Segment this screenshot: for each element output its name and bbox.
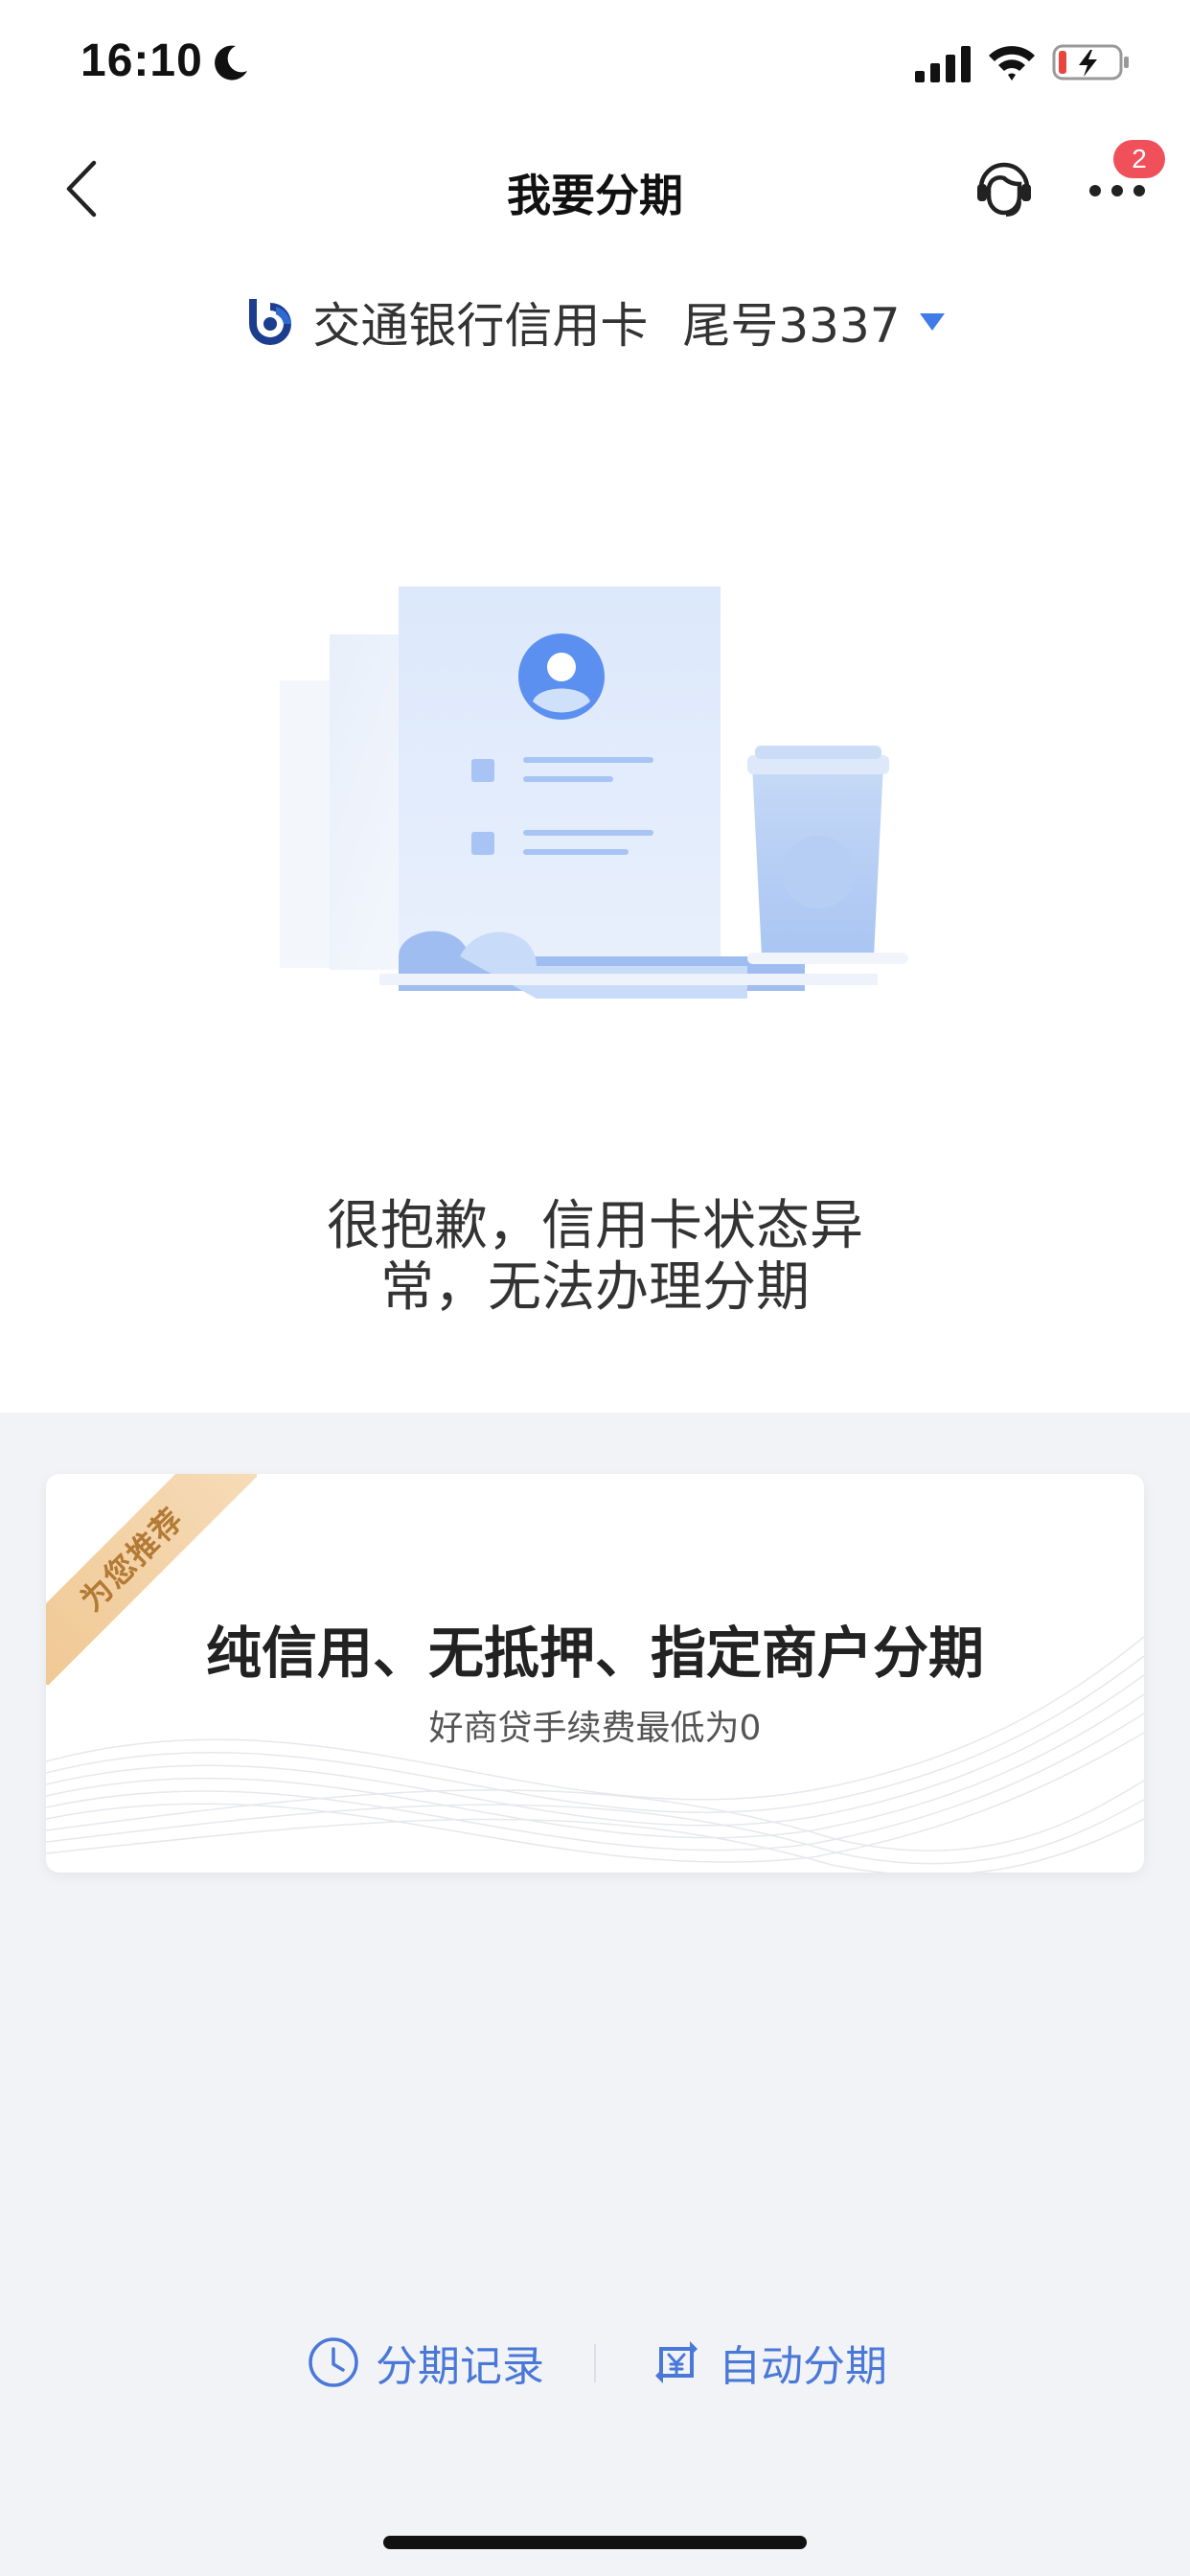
installment-records-link[interactable]: 分期记录 <box>307 2329 544 2396</box>
promo-title: 纯信用、无抵押、指定商户分期 <box>205 1621 984 1686</box>
cellular-signal-icon <box>915 46 971 82</box>
moon-icon <box>215 45 247 80</box>
customer-service-icon[interactable] <box>970 153 1039 222</box>
status-bar: 16:10 <box>0 0 1190 126</box>
clock-icon <box>309 2337 358 2387</box>
promo-subtitle: 好商贷手续费最低为0 <box>428 1709 762 1748</box>
installment-records-label: 分期记录 <box>376 2342 544 2391</box>
more-dots-icon <box>1089 185 1145 196</box>
auto-installment-label: 自动分期 <box>719 2342 887 2391</box>
status-time: 16:10 <box>80 35 203 86</box>
links-divider <box>594 2344 596 2382</box>
card-selector[interactable]: 交通银行信用卡 尾号3337 <box>0 284 1190 360</box>
bottom-links: 分期记录 自动分期 <box>0 2329 1190 2396</box>
document-illustration <box>280 586 908 999</box>
promo-card[interactable]: 为您推荐 纯信用、无抵押、指定商户分期 好商贷手续费最低为0 <box>46 1474 1144 1873</box>
top-section: 16:10 我要分期 2 交通银行信用卡 尾号3337 很抱歉，信用卡状态异 常… <box>0 0 1190 1413</box>
page: 16:10 我要分期 2 交通银行信用卡 尾号3337 很抱歉，信用卡状态异 常… <box>0 0 1190 2576</box>
card-tail-number: 尾号3337 <box>682 298 901 354</box>
triangle-down-icon <box>919 313 945 331</box>
card-name: 交通银行信用卡 <box>312 298 649 354</box>
battery-icon <box>1052 44 1129 80</box>
wifi-icon <box>989 46 1035 80</box>
error-message: 很抱歉，信用卡状态异 常，无法办理分期 <box>297 1196 893 1319</box>
error-message-line1: 很抱歉，信用卡状态异 <box>327 1195 863 1257</box>
home-indicator[interactable] <box>383 2536 807 2549</box>
error-message-line2: 常，无法办理分期 <box>380 1256 810 1319</box>
bank-logo-icon <box>249 299 292 345</box>
yuan-cycle-icon <box>655 2341 698 2383</box>
auto-installment-link[interactable]: 自动分期 <box>650 2329 887 2396</box>
navigation-bar: 我要分期 <box>0 126 1190 253</box>
notification-badge: 2 <box>1113 140 1165 178</box>
